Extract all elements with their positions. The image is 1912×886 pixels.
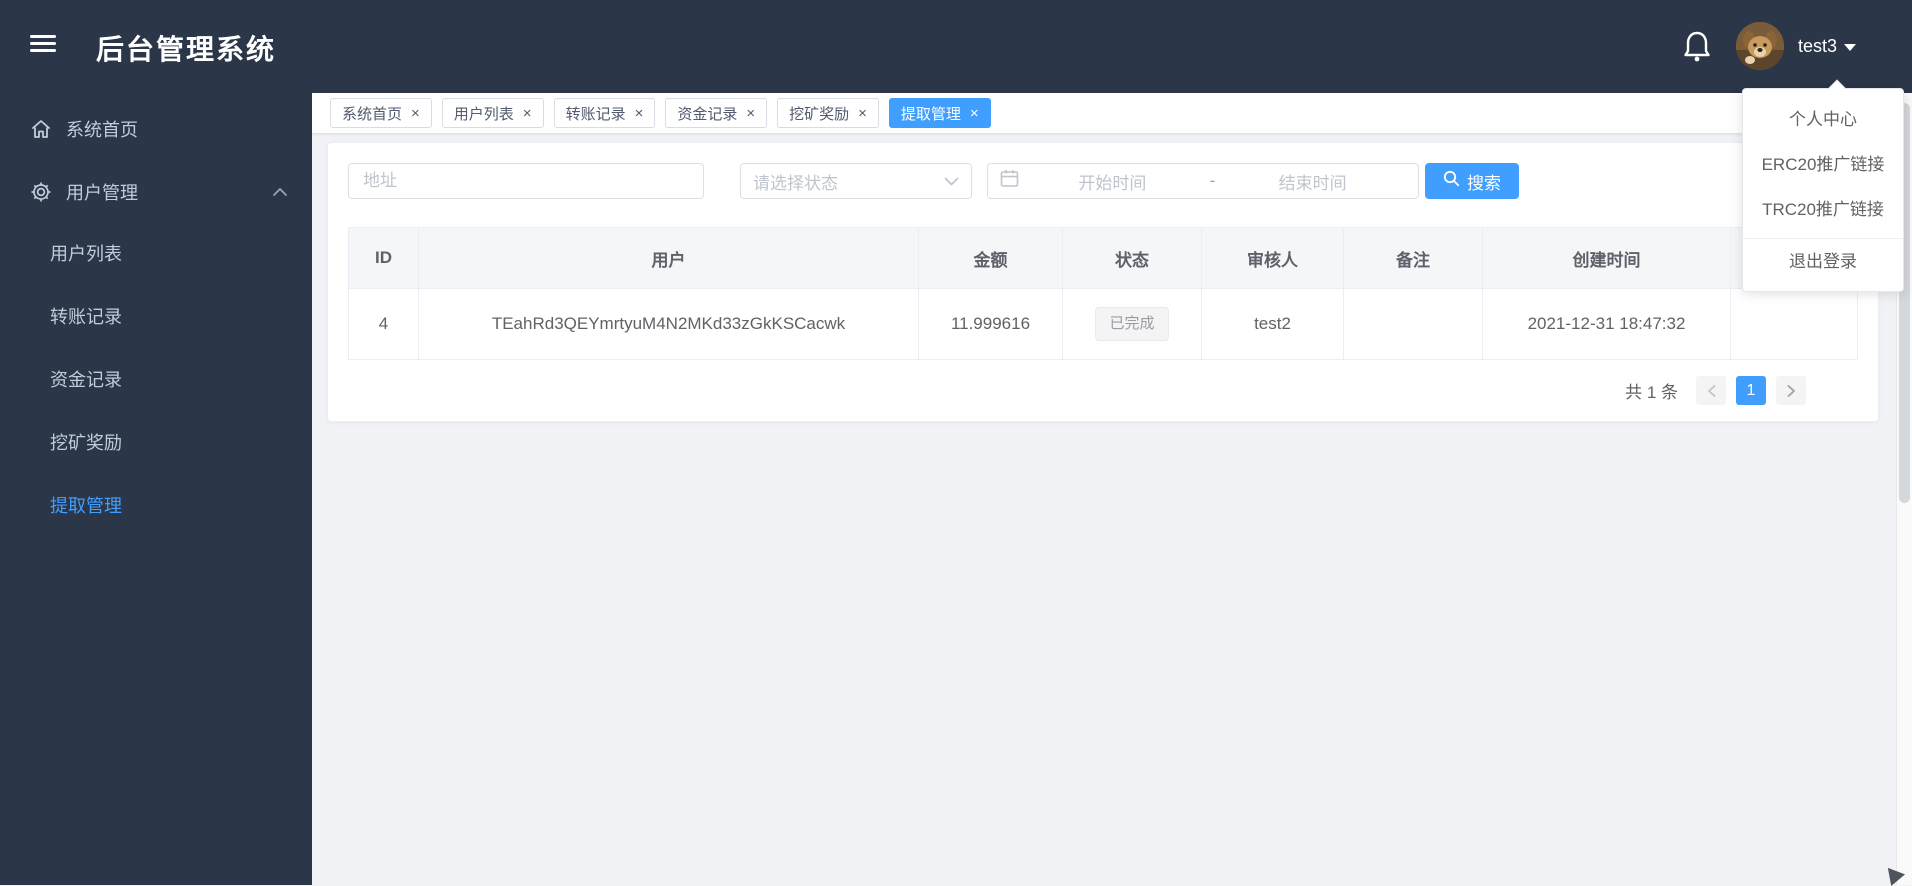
cell-user-address: TEahRd3QEYmrtyuM4N2MKd33zGkKSCacwk — [419, 289, 919, 360]
close-icon[interactable]: × — [858, 106, 867, 121]
search-button-label: 搜索 — [1467, 169, 1501, 194]
col-header-reviewer: 审核人 — [1202, 228, 1344, 289]
col-header-created-at: 创建时间 — [1483, 228, 1731, 289]
chevron-right-icon — [1786, 384, 1797, 398]
close-icon[interactable]: × — [523, 106, 532, 121]
user-menu-trigger[interactable]: test3 — [1798, 36, 1856, 57]
date-separator: - — [1206, 171, 1220, 191]
tab-fund-records[interactable]: 资金记录 × — [665, 98, 767, 128]
cell-amount: 11.999616 — [919, 289, 1063, 360]
tab-strip: 系统首页 × 用户列表 × 转账记录 × 资金记录 × 挖矿奖励 × 提取管理 … — [312, 93, 1912, 134]
sidebar-item-user-management[interactable]: 用户管理 — [0, 160, 312, 223]
sidebar-item-user-list[interactable]: 用户列表 — [0, 223, 312, 286]
date-range-picker[interactable]: 开始时间 - 结束时间 — [987, 163, 1419, 199]
user-avatar[interactable] — [1736, 22, 1784, 70]
col-header-status: 状态 — [1063, 228, 1202, 289]
table-row: 4 TEahRd3QEYmrtyuM4N2MKd33zGkKSCacwk 11.… — [349, 289, 1858, 360]
app-header: 后台管理系统 test3 — [0, 0, 1912, 93]
main-content: 请选择状态 开始时间 - 结束时间 — [312, 134, 1896, 885]
chevron-up-icon — [272, 181, 288, 202]
close-icon[interactable]: × — [970, 106, 979, 121]
filter-bar: 请选择状态 开始时间 - 结束时间 — [348, 163, 1858, 199]
col-header-user: 用户 — [419, 228, 919, 289]
withdraw-table: ID 用户 金额 状态 审核人 备注 创建时间 4 TEahRd3QEYmrty… — [348, 227, 1858, 360]
sidebar-item-home[interactable]: 系统首页 — [0, 97, 312, 160]
table-header-row: ID 用户 金额 状态 审核人 备注 创建时间 — [349, 228, 1858, 289]
cell-reviewer: test2 — [1202, 289, 1344, 360]
pagination: 共 1 条 1 — [348, 376, 1858, 405]
chevron-left-icon — [1706, 384, 1717, 398]
tab-system-home[interactable]: 系统首页 × — [330, 98, 432, 128]
col-header-remark: 备注 — [1344, 228, 1483, 289]
app-title: 后台管理系统 — [96, 28, 276, 68]
cell-id: 4 — [349, 289, 419, 360]
sidebar: 系统首页 用户管理 用户列表 转账记录 资金记录 挖矿奖励 提取管理 — [0, 93, 312, 885]
cell-status: 已完成 — [1063, 289, 1202, 360]
next-page-button[interactable] — [1776, 376, 1806, 405]
search-button[interactable]: 搜索 — [1425, 163, 1519, 199]
user-dropdown-menu: 个人中心 ERC20推广链接 TRC20推广链接 退出登录 — [1742, 88, 1904, 292]
sidebar-item-mining-rewards[interactable]: 挖矿奖励 — [0, 412, 312, 475]
calendar-icon — [1000, 169, 1019, 193]
withdraw-card: 请选择状态 开始时间 - 结束时间 — [327, 142, 1879, 422]
current-page-button[interactable]: 1 — [1736, 376, 1766, 405]
tab-mining-rewards[interactable]: 挖矿奖励 × — [777, 98, 879, 128]
prev-page-button[interactable] — [1696, 376, 1726, 405]
close-icon[interactable]: × — [411, 106, 420, 121]
home-icon — [30, 118, 52, 140]
cell-extra — [1731, 289, 1858, 360]
menu-item-logout[interactable]: 退出登录 — [1743, 238, 1903, 283]
username: test3 — [1798, 36, 1837, 57]
sidebar-item-label: 系统首页 — [66, 116, 288, 142]
caret-down-icon — [1844, 44, 1856, 51]
status-badge: 已完成 — [1095, 307, 1168, 340]
tab-withdraw-management[interactable]: 提取管理 × — [889, 98, 991, 128]
sidebar-item-withdraw-management[interactable]: 提取管理 — [0, 475, 312, 538]
sidebar-item-fund-records[interactable]: 资金记录 — [0, 349, 312, 412]
pagination-total: 共 1 条 — [1625, 378, 1678, 403]
address-input[interactable] — [348, 163, 704, 199]
sidebar-item-transfer-records[interactable]: 转账记录 — [0, 286, 312, 349]
date-start-placeholder[interactable]: 开始时间 — [1019, 169, 1206, 194]
status-select[interactable]: 请选择状态 — [740, 163, 972, 199]
menu-item-profile[interactable]: 个人中心 — [1743, 97, 1903, 142]
cell-remark — [1344, 289, 1483, 360]
menu-item-trc20-link[interactable]: TRC20推广链接 — [1743, 187, 1903, 232]
date-end-placeholder[interactable]: 结束时间 — [1219, 169, 1406, 194]
gear-icon — [30, 181, 52, 203]
chevron-down-icon — [944, 171, 959, 191]
hamburger-menu-icon[interactable] — [30, 34, 56, 58]
col-header-id: ID — [349, 228, 419, 289]
tab-transfer-records[interactable]: 转账记录 × — [554, 98, 656, 128]
close-icon[interactable]: × — [746, 106, 755, 121]
col-header-amount: 金额 — [919, 228, 1063, 289]
tab-user-list[interactable]: 用户列表 × — [442, 98, 544, 128]
search-icon — [1443, 170, 1460, 192]
notification-bell-icon[interactable] — [1682, 30, 1712, 64]
status-select-placeholder: 请选择状态 — [753, 169, 944, 194]
sidebar-item-label: 用户管理 — [66, 179, 272, 205]
close-icon[interactable]: × — [635, 106, 644, 121]
cell-created-at: 2021-12-31 18:47:32 — [1483, 289, 1731, 360]
menu-item-erc20-link[interactable]: ERC20推广链接 — [1743, 142, 1903, 187]
